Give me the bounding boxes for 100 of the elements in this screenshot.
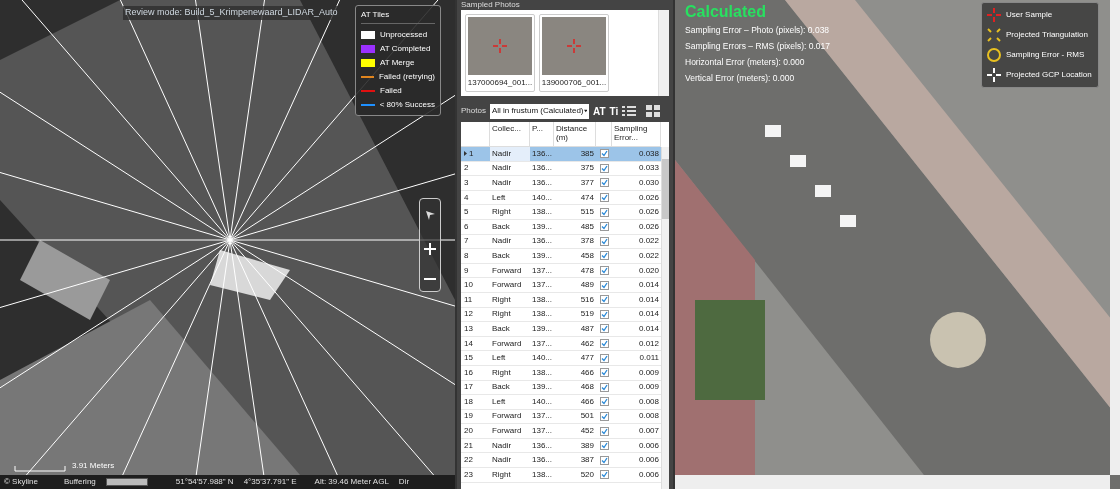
row-checkbox[interactable] [599,178,609,188]
toolbar-button[interactable]: AT [592,103,606,119]
table-row[interactable]: 15 Left 140... 477 0.011 [461,351,661,366]
table-cell-text: 140... [531,352,553,365]
table-cell-text: 477 [579,352,595,365]
table-row[interactable]: 22 Nadir 136... 387 0.006 [461,453,661,469]
photos-label: Photos [461,105,486,117]
panel-title: Sampled Photos [461,0,521,10]
row-checkbox[interactable] [599,280,609,290]
table-cell-text: 519 [579,308,595,321]
row-checkbox[interactable] [599,339,609,348]
table-cell-text: 0.007 [637,425,660,438]
row-checkbox[interactable] [599,222,609,232]
row-checkbox[interactable] [599,368,609,378]
row-checkbox[interactable] [599,266,609,276]
table-cell-text: 138... [531,468,553,481]
lidar-3d-view[interactable]: Review mode: Build_5_Krimpenewaard_LIDAR_Auto AT Tiles Unprocessed AT Completed AT Merge Failed (retrying) Failed < 80% Success 3.91 Meters [0,0,455,475]
table-row[interactable]: 12 Right 138... 519 0.014 [461,307,661,323]
table-cell-text: 501 [579,410,595,423]
table-cell-text: 138... [531,293,553,306]
row-checkbox[interactable] [599,426,609,436]
table-cell-text: 0.008 [637,410,660,423]
row-checkbox[interactable] [599,236,609,246]
row-number: 20 [464,425,473,438]
row-checkbox[interactable] [599,251,609,261]
metric-label: Vertical Error (meters): 0.000 [685,72,796,85]
row-number: 12 [464,308,473,321]
row-checkbox[interactable] [599,455,609,465]
table-cell: Nadir [490,147,530,161]
row-checkbox[interactable] [599,149,609,159]
table-cell-text: 139... [531,322,553,335]
row-checkbox[interactable] [599,397,609,407]
table-cell-text: 138... [531,308,553,321]
table-row[interactable]: 10 Forward 137... 489 0.014 [461,278,661,293]
table-row[interactable]: 17 Back 139... 468 0.009 [461,380,661,396]
list-view-icon[interactable] [622,105,637,117]
toolbar-button[interactable]: Ti [609,103,619,119]
row-number: 17 [464,381,473,394]
row-number: 15 [464,352,473,365]
table-row[interactable]: 19 Forward 137... 501 0.008 [461,409,661,425]
table-row[interactable]: 21 Nadir 136... 389 0.006 [461,438,661,454]
table-cell-text: 0.022 [637,249,660,262]
table-cell-text: 466 [579,366,595,379]
scale-label: 3.91 Meters [72,460,115,472]
row-checkbox[interactable] [599,295,609,305]
row-number: 16 [464,366,473,379]
table-row[interactable]: 20 Forward 137... 452 0.007 [461,424,661,439]
table-row[interactable]: 11 Right 138... 516 0.014 [461,292,661,308]
row-checkbox[interactable] [599,324,609,334]
row-number: 9 [464,264,469,277]
table-cell-text: 139... [531,249,553,262]
row-checkbox[interactable] [599,193,609,203]
legend-label: Unprocessed [380,29,428,41]
table-row[interactable]: 9 Forward 137... 478 0.020 [461,263,661,279]
row-checkbox[interactable] [599,441,609,451]
table-cell-text: 478 [579,264,595,277]
circle-icon [986,47,1002,63]
column-header[interactable]: P... [530,122,554,146]
table-row[interactable]: 8 Back 139... 458 0.022 [461,249,661,264]
row-checkbox[interactable] [599,163,609,173]
table-row[interactable]: 7 Nadir 136... 378 0.022 [461,234,661,250]
zoom-in-icon[interactable] [423,242,437,256]
row-number: 23 [464,468,473,481]
table-row[interactable]: 23 Right 138... 520 0.006 [461,468,661,483]
table-row[interactable]: 16 Right 138... 466 0.009 [461,365,661,381]
table-cell-text: 137... [531,279,553,292]
legend-label: Projected GCP Location [1006,69,1092,81]
table-row[interactable]: 3 Nadir 136... 377 0.030 [461,176,661,191]
row-checkbox[interactable] [599,470,609,480]
row-checkbox[interactable] [599,412,609,421]
photos-filter-dropdown[interactable]: All in frustum (Calculated) [489,103,589,119]
table-row[interactable]: 1 Nadir 136... 385 0.038 [461,147,661,162]
column-header[interactable]: Distance (m) [554,122,596,146]
table-row[interactable]: 2 Nadir 136... 375 0.033 [461,161,661,177]
row-checkbox[interactable] [599,309,609,319]
table-row[interactable]: 18 Left 140... 466 0.008 [461,395,661,410]
table-row[interactable]: 5 Right 138... 515 0.026 [461,205,661,220]
table-row[interactable]: 4 Left 140... 474 0.026 [461,190,661,206]
table-row[interactable]: 14 Forward 137... 462 0.012 [461,336,661,352]
table-cell-text: 0.014 [637,293,660,306]
column-header[interactable]: Collec... [490,122,530,146]
table-cell-text: 0.038 [637,147,660,160]
legend-label: Failed [380,85,402,97]
grid-view-icon[interactable] [646,105,661,117]
row-checkbox[interactable] [599,353,609,363]
compass-icon[interactable] [424,209,436,222]
photo-filename: 137000694_001... [467,77,533,89]
row-checkbox[interactable] [599,207,609,217]
photo-thumbnail[interactable]: 137000694_001... [465,14,535,92]
row-checkbox[interactable] [599,382,609,392]
table-cell-text: 474 [579,191,595,204]
photo-thumbnail[interactable]: 139000706_001... [539,14,609,92]
column-header[interactable]: Sampling Error... [612,122,661,146]
table-cell-text: 0.030 [637,177,660,189]
table-row[interactable]: 6 Back 139... 485 0.026 [461,219,661,235]
zoom-out-icon[interactable] [423,276,437,281]
table-cell-text: 0.022 [637,235,660,248]
row-number: 22 [464,454,473,467]
table-row[interactable]: 13 Back 139... 487 0.014 [461,322,661,337]
table-cell-text: 385 [579,147,595,160]
